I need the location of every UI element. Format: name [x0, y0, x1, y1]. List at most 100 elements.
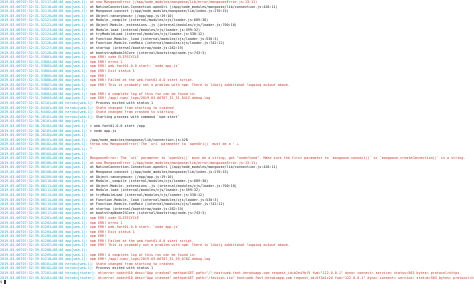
terminal-log[interactable]: 2019-03-06T07:32:31.52117+00:00 app[web.…: [0, 0, 474, 296]
log-message: at new MongooseError (/app/node_modules/…: [89, 160, 258, 165]
log-timestamp: 2019-03-06T07:32:49.81101+00:00: [0, 275, 64, 280]
log-message: at Object.Module._extensions..js (intern…: [89, 183, 237, 188]
log-source: app[web.1]:: [65, 252, 88, 257]
log-timestamp: 2019-03-06T07:32:31.52122+00:00: [0, 22, 64, 27]
log-timestamp: 2019-03-06T07:32:39.00110+00:00: [0, 179, 64, 184]
log-timestamp: 2019-03-06T07:32:39.00115+00:00: [0, 202, 64, 207]
log-timestamp: 2019-03-06T07:32:31.52126+00:00: [0, 41, 64, 46]
log-message: at=error code=H10 desc="App crashed" met…: [97, 271, 460, 276]
log-message: npm ERR! code ELIFECYCLE: [89, 215, 139, 220]
log-timestamp: 2019-03-06T07:32:49.37101+00:00: [0, 271, 64, 276]
shell-prompt[interactable]: $: [0, 280, 474, 285]
log-timestamp: 2019-03-06T07:32:39.00101+00:00: [0, 137, 64, 142]
log-source: app[web.1]:: [65, 18, 88, 23]
log-message: at Object.<anonymous> (/app/app.js:19:10…: [89, 13, 174, 18]
log-source: app[web.1]:: [65, 211, 88, 216]
log-source: app[web.1]:: [65, 206, 88, 211]
log-line: 2019-03-06T07:32:49.81101+00:00 heroku[r…: [0, 276, 474, 281]
log-message: npm ERR! A complete log of this run can …: [89, 91, 196, 96]
log-source: app[web.1]:: [65, 22, 88, 27]
log-source: app[web.1]:: [65, 0, 88, 4]
log-source: app[web.1]:: [65, 82, 88, 87]
log-source: app[web.1]:: [65, 165, 88, 170]
log-source: heroku[web.1]:: [65, 101, 94, 106]
log-source: app[web.1]:: [65, 50, 88, 55]
log-message: State changed from starting to crashed: [95, 261, 174, 266]
log-message: at Function.Module.runMain (internal/mod…: [89, 202, 225, 207]
log-timestamp: 2019-03-06T07:32:31.52124+00:00: [0, 32, 64, 37]
log-timestamp: 2019-03-06T07:32:39.08101+00:00: [0, 261, 64, 266]
log-source: heroku[web.1]:: [65, 261, 94, 266]
log-message: npm ERR! errno 1: [89, 220, 123, 225]
log-timestamp: 2019-03-06T07:32:31.52128+00:00: [0, 50, 64, 55]
log-timestamp: 2019-03-06T07:32:39.01205+00:00: [0, 234, 64, 239]
log-timestamp: 2019-03-06T07:32:31.53801+00:00: [0, 55, 64, 60]
log-message: at new MongooseError (/app/node_modules/…: [89, 0, 258, 4]
log-message: npm ERR! Exit status 1: [89, 229, 135, 234]
log-source: app[web.1]:: [65, 73, 88, 78]
log-timestamp: 2019-03-06T07:32:39.01202+00:00: [0, 220, 64, 225]
log-source: app[web.1]:: [65, 257, 88, 262]
log-source: heroku[web.1]:: [65, 114, 94, 119]
log-timestamp: 2019-03-06T07:32:39.00107+00:00: [0, 165, 64, 170]
log-timestamp: 2019-03-06T07:32:39.00116+00:00: [0, 206, 64, 211]
log-source: heroku[web.1]:: [65, 105, 94, 110]
log-message: at=error code=H10 desc="App crashed" met…: [97, 275, 474, 280]
log-message: npm ERR! This is probably not a problem …: [89, 82, 290, 87]
log-message: at Object.Module._extensions..js (intern…: [89, 22, 237, 27]
log-message: npm ERR! Failed at the web-font01.0.0 st…: [89, 78, 194, 83]
log-message: at bootstrapNodeJSCore (internal/bootstr…: [89, 50, 207, 55]
log-message: at Function.Module._load (internal/modul…: [89, 197, 219, 202]
log-timestamp: 2019-03-06T07:32:39.00105+00:00: [0, 156, 64, 161]
log-message: at Function.Module._load (internal/modul…: [89, 36, 219, 41]
log-timestamp: 2019-03-06T07:32:31.54001+00:00: [0, 87, 64, 92]
log-source: heroku[router]:: [65, 275, 96, 280]
log-source: app[web.1]:: [65, 192, 88, 197]
log-message: at Module.load (internal/modules/cjs/loa…: [89, 27, 201, 32]
log-message: npm ERR! Exit status 1: [89, 68, 135, 73]
log-message: at Module.load (internal/modules/cjs/loa…: [89, 188, 201, 193]
log-source: app[web.1]:: [65, 188, 88, 193]
log-source: app[web.1]:: [65, 78, 88, 83]
log-message: at Module._compile (internal/modules/cjs…: [89, 18, 209, 23]
log-source: app[web.1]:: [65, 197, 88, 202]
log-timestamp: 2019-03-06T07:32:31.54003+00:00: [0, 96, 64, 101]
log-source: app[web.1]:: [65, 4, 88, 9]
log-timestamp: 2019-03-06T07:32:31.52127+00:00: [0, 45, 64, 50]
log-message: npm ERR! /app/.npm/_logs/2019-03-06T07_3…: [89, 257, 211, 262]
log-message: at Object.<anonymous> (/app/app.js:19:10…: [89, 174, 174, 179]
log-message: throw new MongooseError('The `uri` param…: [89, 142, 239, 147]
log-message: State changed from starting to crashed: [95, 105, 174, 110]
log-source: app[web.1]:: [65, 169, 88, 174]
log-source: app[web.1]:: [65, 179, 88, 184]
log-message: npm ERR!: [89, 234, 107, 239]
log-message: Process exited with status 1: [95, 101, 154, 106]
text-cursor: [4, 280, 7, 285]
log-timestamp: 2019-03-06T07:32:39.00111+00:00: [0, 183, 64, 188]
log-timestamp: 2019-03-06T07:32:39.01206+00:00: [0, 238, 64, 243]
log-message: npm ERR! Failed at the web-font01.0.0 st…: [89, 238, 194, 243]
log-timestamp: 2019-03-06T07:32:38.20101+00:00: [0, 119, 64, 124]
log-timestamp: 2019-03-06T07:32:39.00108+00:00: [0, 169, 64, 174]
log-message: > node app.js: [89, 128, 117, 133]
log-message: at Function.Module.runMain (internal/mod…: [89, 41, 225, 46]
log-message: at startup (internal/bootstrap/node.js:2…: [89, 206, 184, 211]
log-timestamp: 2019-03-06T07:32:39.01210+00:00: [0, 257, 64, 262]
log-timestamp: 2019-03-06T07:32:39.00117+00:00: [0, 211, 64, 216]
log-source: app[web.1]:: [65, 59, 88, 64]
log-source: app[web.1]:: [65, 68, 88, 73]
log-source: app[web.1]:: [65, 55, 88, 60]
log-source: app[web.1]:: [65, 13, 88, 18]
log-timestamp: 2019-03-06T07:32:39.00112+00:00: [0, 188, 64, 193]
log-timestamp: 2019-03-06T07:32:31.52121+00:00: [0, 18, 64, 23]
log-timestamp: 2019-03-06T07:32:38.20104+00:00: [0, 133, 64, 138]
log-source: app[web.1]:: [65, 91, 88, 96]
log-message: State changed from crashed to starting: [95, 110, 174, 115]
prompt-symbol: $: [0, 280, 3, 285]
log-source: app[web.1]:: [65, 27, 88, 32]
log-source: app[web.1]:: [65, 41, 88, 46]
log-timestamp: 2019-03-06T07:32:31.64402+00:00: [0, 110, 64, 115]
log-source: app[web.1]:: [65, 243, 88, 248]
log-message: at bootstrapNodeJSCore (internal/bootstr…: [89, 211, 207, 216]
log-source: heroku[web.1]:: [65, 266, 94, 271]
